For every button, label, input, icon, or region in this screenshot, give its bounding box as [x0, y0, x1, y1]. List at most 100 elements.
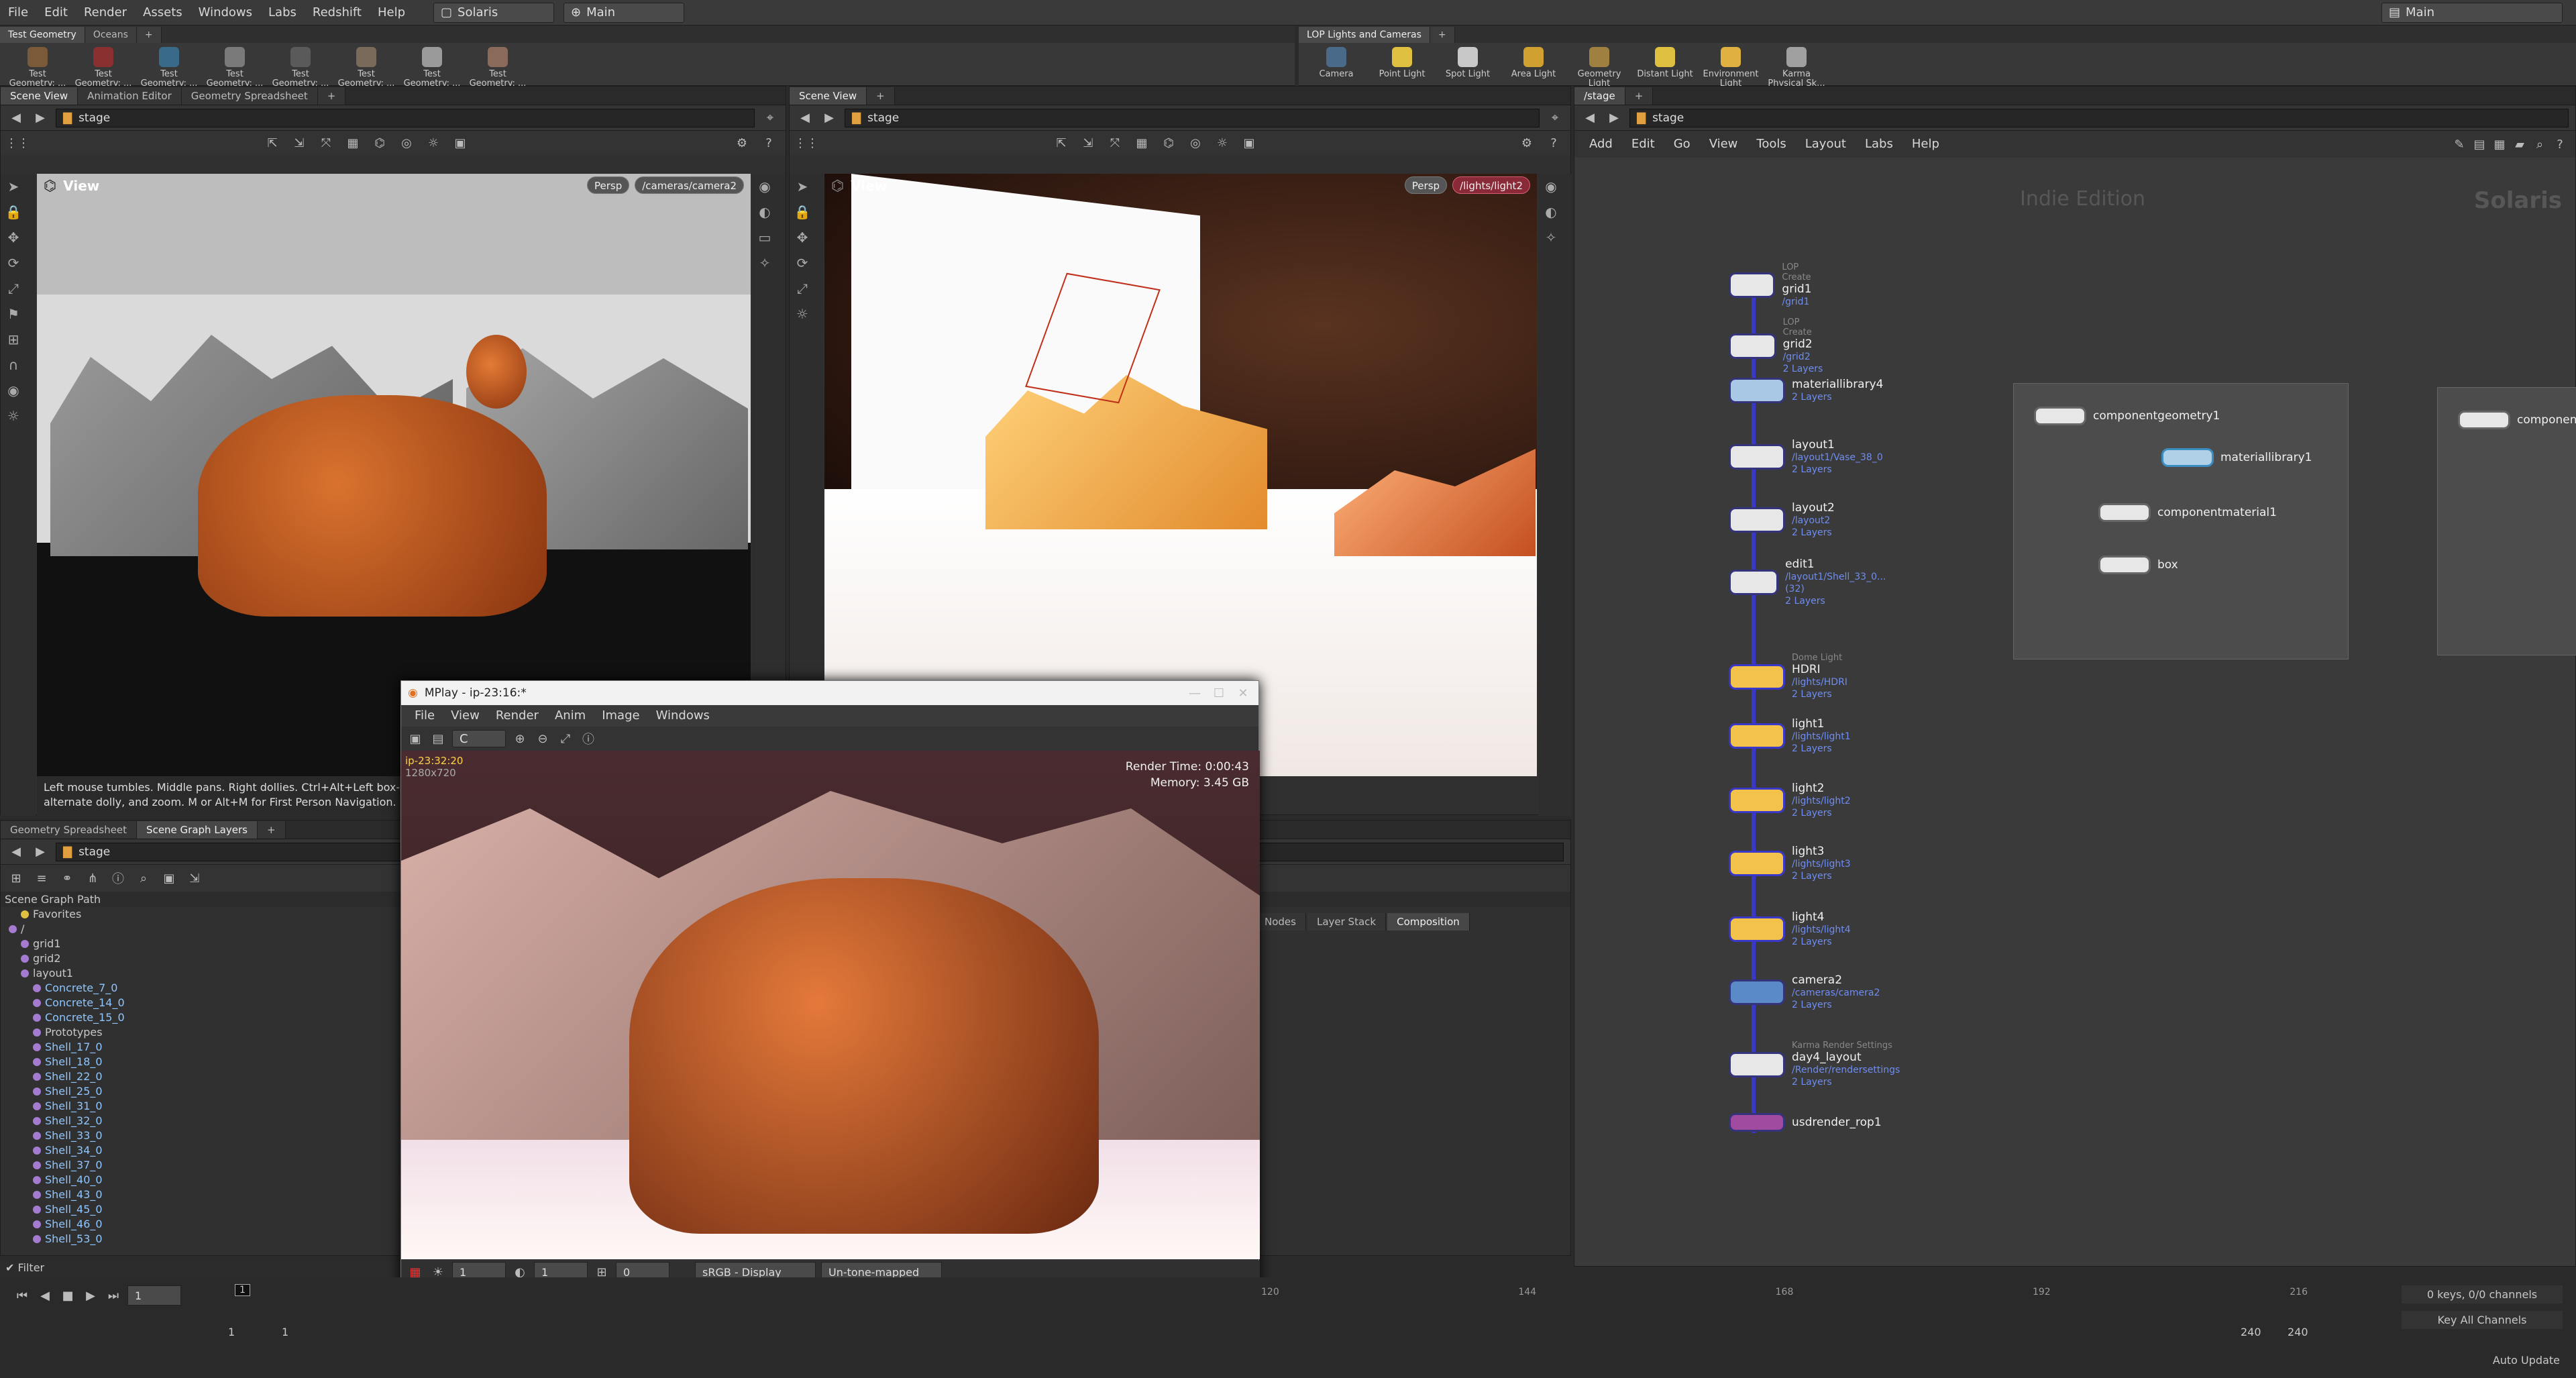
pin-icon[interactable]: ⌖ — [1546, 109, 1564, 127]
info-icon[interactable]: ⓘ — [580, 730, 597, 747]
shelf_left-tool-4[interactable]: Test Geometry: ... — [270, 47, 331, 89]
node-camera2[interactable]: camera2/cameras/camera2 2 Layers — [1729, 973, 1880, 1011]
bulb-icon[interactable]: ✧ — [1538, 225, 1564, 250]
menu-windows[interactable]: Windows — [191, 0, 260, 25]
add-prim-icon[interactable]: ⊞ — [7, 869, 25, 887]
play-icon[interactable]: ▶ — [82, 1287, 99, 1304]
node-light2[interactable]: light2/lights/light2 2 Layers — [1729, 782, 1851, 819]
range-start-field-2[interactable]: 1 — [282, 1326, 288, 1338]
desktop-selector[interactable]: ▢ Solaris — [433, 2, 555, 23]
grid-menu-icon[interactable]: ⋮⋮ — [5, 134, 30, 152]
stop-icon[interactable]: ■ — [59, 1287, 76, 1304]
shelf_left-tool-0[interactable]: Test Geometry: ... — [7, 47, 68, 89]
render-icon[interactable]: ◎ — [398, 134, 415, 152]
add-tab-icon[interactable]: + — [317, 87, 346, 105]
node-edit1[interactable]: edit1/layout1/Shell_33_0... (32) 2 Layers — [1729, 558, 1892, 607]
render-image[interactable]: ip-23:32:20 1280x720 Render Time: 0:00:4… — [401, 751, 1260, 1259]
lights-icon[interactable]: ☼ — [1214, 134, 1231, 152]
shelf_right-tool-1[interactable]: Point Light — [1371, 47, 1433, 89]
screenshot-icon[interactable]: ▣ — [451, 134, 469, 152]
shading-icon[interactable]: ◐ — [1538, 199, 1564, 225]
path-field-2[interactable]: ▇ stage — [845, 108, 1540, 127]
light-tool-icon[interactable]: ☼ — [790, 301, 815, 327]
close-icon[interactable]: ✕ — [1234, 684, 1252, 702]
forward-icon[interactable]: ▶ — [32, 109, 49, 127]
mplay-menu-render[interactable]: Render — [488, 703, 547, 729]
shading-icon[interactable]: ◐ — [752, 199, 777, 225]
subnet-box-2[interactable]: component — [2437, 387, 2576, 655]
skip-end-icon[interactable]: ⏭ — [105, 1287, 122, 1304]
forward-icon[interactable]: ▶ — [32, 843, 49, 861]
add-shelf-tab-icon[interactable]: + — [136, 27, 162, 43]
mplay-menu-file[interactable]: File — [407, 703, 443, 729]
range-end-field-2[interactable]: 240 — [2288, 1326, 2308, 1338]
range-end-field[interactable]: 240 — [2241, 1326, 2261, 1338]
shelf-tab-lights-cameras[interactable]: LOP Lights and Cameras — [1299, 27, 1430, 43]
pose-tool-icon[interactable]: ⚑ — [1, 301, 26, 327]
network-menu-add[interactable]: Add — [1581, 131, 1621, 157]
snap-icon[interactable]: ⤧ — [317, 134, 335, 152]
subnet-box-1[interactable]: componentgeometry1 materiallibrary1 comp… — [2013, 383, 2349, 659]
tab-geometry-spreadsheet-2[interactable]: Geometry Spreadsheet — [1, 821, 138, 839]
pin-icon[interactable]: ⌖ — [761, 109, 779, 127]
range-start-field[interactable]: 1 — [228, 1326, 235, 1338]
node-component[interactable]: component — [2458, 411, 2576, 429]
filter-bar[interactable]: ✔ Filter — [0, 1261, 402, 1277]
tab-scene-view-2[interactable]: Scene View — [790, 87, 867, 105]
layout-icon[interactable]: ▤ — [2471, 136, 2488, 153]
add-tab-icon[interactable]: + — [257, 821, 286, 839]
shelf_right-tool-0[interactable]: Camera — [1305, 47, 1367, 89]
display-icon[interactable]: ▦ — [1133, 134, 1150, 152]
network-menu-tools[interactable]: Tools — [1748, 131, 1794, 157]
menu-help[interactable]: Help — [370, 0, 413, 25]
add-tab-icon[interactable]: + — [1625, 87, 1654, 105]
maximize-icon[interactable]: ☐ — [1210, 684, 1228, 702]
node-grid1[interactable]: LOP Create grid1/grid1 — [1729, 262, 1821, 308]
transform-icon[interactable]: ⇲ — [1079, 134, 1097, 152]
help-icon[interactable]: ? — [1545, 134, 1562, 152]
shelf_left-tool-2[interactable]: Test Geometry: ... — [138, 47, 200, 89]
add-tab-icon[interactable]: + — [867, 87, 895, 105]
shelf_left-tool-5[interactable]: Test Geometry: ... — [335, 47, 397, 89]
node-HDRI[interactable]: Dome Light HDRI/lights/HDRI 2 Layers — [1729, 653, 1847, 700]
node-light4[interactable]: light4/lights/light4 2 Layers — [1729, 910, 1851, 948]
screenshot-icon[interactable]: ▣ — [1240, 134, 1258, 152]
help-icon[interactable]: ? — [2551, 136, 2569, 153]
network-menu-labs[interactable]: Labs — [1857, 131, 1901, 157]
menu-assets[interactable]: Assets — [135, 0, 191, 25]
note-icon[interactable]: ▰ — [2511, 136, 2528, 153]
camera-menu[interactable]: /cameras/camera2 — [635, 176, 744, 194]
zoom-out-icon[interactable]: ⊖ — [534, 730, 551, 747]
scale-tool-icon[interactable]: ⤢ — [790, 276, 815, 301]
select-mode-icon[interactable]: ⇱ — [1053, 134, 1070, 152]
node-materiallibrary4[interactable]: materiallibrary4 2 Layers — [1729, 378, 1883, 403]
lock-icon[interactable]: 🔒 — [790, 199, 815, 225]
menu-file[interactable]: File — [0, 0, 36, 25]
play-back-icon[interactable]: ◀ — [36, 1287, 54, 1304]
mplay-menu-view[interactable]: View — [443, 703, 488, 729]
persp-menu[interactable]: Persp — [587, 176, 630, 194]
eye-icon[interactable]: ◉ — [752, 174, 777, 199]
persp-menu-2[interactable]: Persp — [1404, 176, 1448, 194]
shelf_right-tool-2[interactable]: Spot Light — [1437, 47, 1499, 89]
tab-nodes[interactable]: Nodes — [1255, 913, 1306, 931]
node-light1[interactable]: light1/lights/light1 2 Layers — [1729, 717, 1851, 755]
add-shelf-tab-icon[interactable]: + — [1430, 27, 1455, 43]
wrench-icon[interactable]: ✎ — [2451, 136, 2468, 153]
light-tool-icon[interactable]: ☼ — [1, 403, 26, 429]
tab-animation-editor[interactable]: Animation Editor — [78, 87, 182, 105]
collapse-icon[interactable]: ≡ — [33, 869, 50, 887]
network-menu-go[interactable]: Go — [1666, 131, 1699, 157]
node-componentgeometry1[interactable]: componentgeometry1 — [2034, 407, 2220, 425]
shelf_right-tool-3[interactable]: Area Light — [1503, 47, 1564, 89]
node-layout2[interactable]: layout2/layout2 2 Layers — [1729, 501, 1835, 539]
network-menu-edit[interactable]: Edit — [1623, 131, 1663, 157]
node-light3[interactable]: light3/lights/light3 2 Layers — [1729, 845, 1851, 882]
transform-icon[interactable]: ⇲ — [290, 134, 308, 152]
back-icon[interactable]: ◀ — [796, 109, 814, 127]
display-icon[interactable]: ▦ — [344, 134, 362, 152]
node-box[interactable]: box — [2098, 555, 2178, 574]
snap-icon[interactable]: ⤧ — [1106, 134, 1124, 152]
node-grid2[interactable]: LOP Create grid2/grid2 2 Layers — [1729, 317, 1823, 375]
shelf_left-tool-3[interactable]: Test Geometry: ... — [204, 47, 266, 89]
